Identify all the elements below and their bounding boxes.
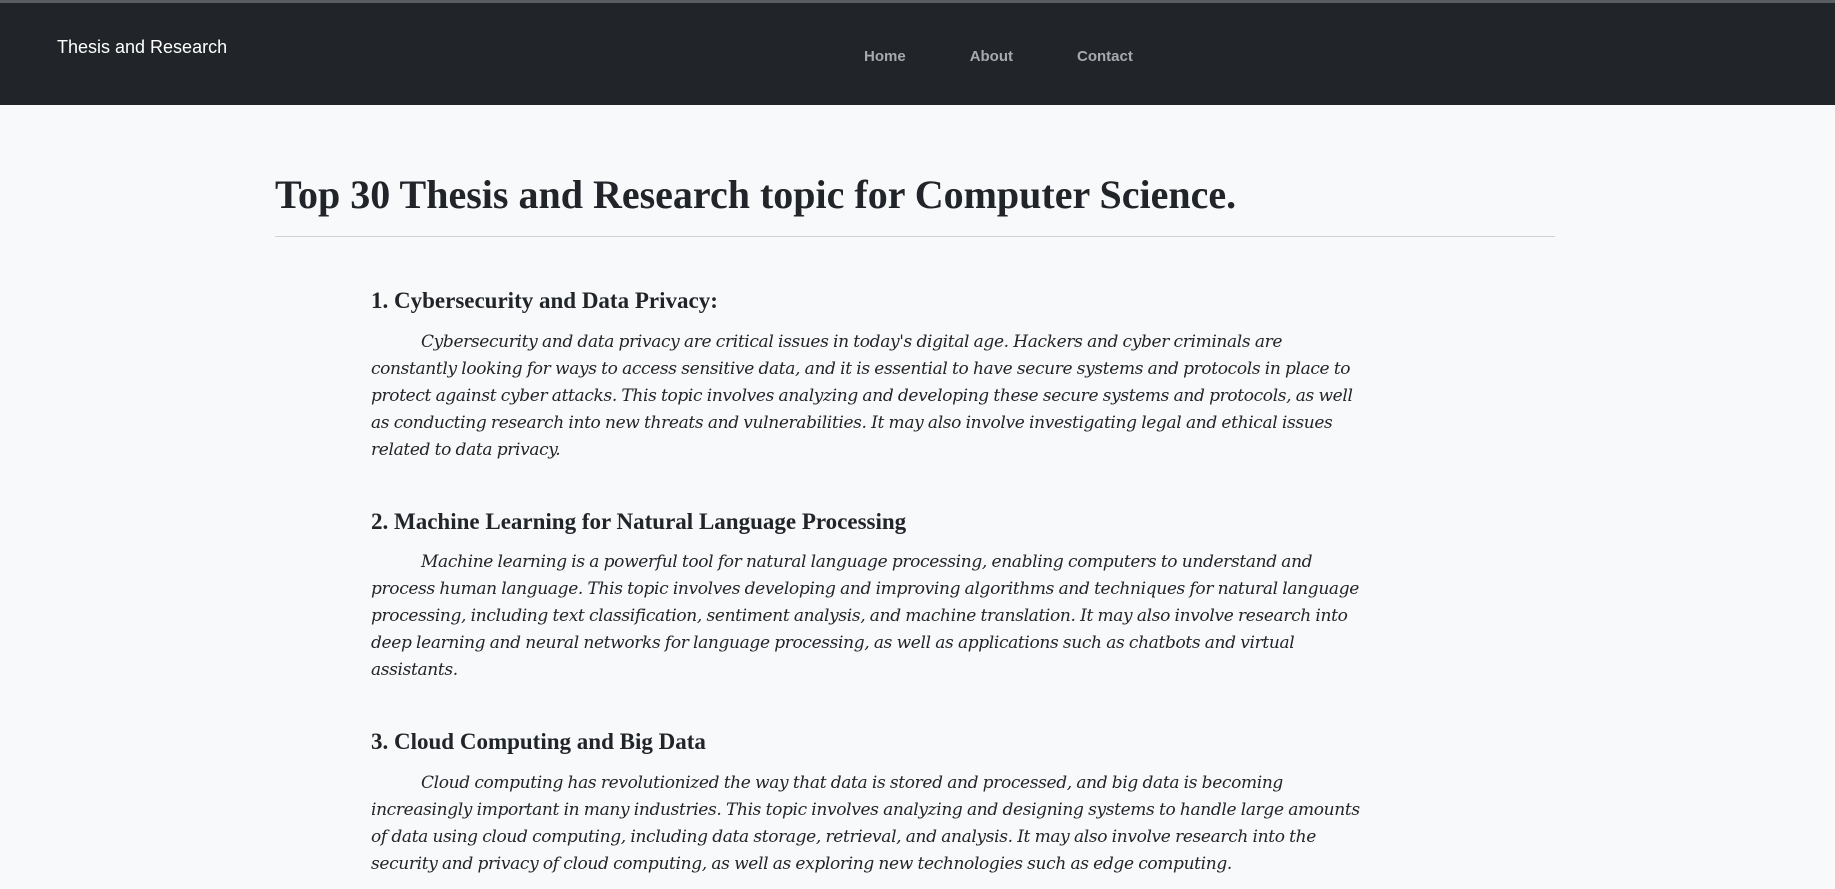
topic-heading: 3. Cloud Computing and Big Data	[371, 729, 706, 755]
topic-description: Cloud computing has revolutionized the w…	[371, 772, 1360, 874]
topic-item: 2. Machine Learning for Natural Language…	[371, 508, 1361, 685]
nav-link-about[interactable]: About	[970, 48, 1013, 65]
topic-heading: 2. Machine Learning for Natural Language…	[371, 508, 907, 534]
topic-item: 1. Cybersecurity and Data Privacy: Cyber…	[371, 287, 1361, 464]
topics-list: 1. Cybersecurity and Data Privacy: Cyber…	[371, 287, 1361, 889]
topic-description: Machine learning is a powerful tool for …	[371, 552, 1359, 681]
topic-item: 3. Cloud Computing and Big Data Cloud co…	[371, 728, 1361, 878]
title-divider	[275, 236, 1555, 237]
navbar: Thesis and Research Home About Contact	[0, 3, 1835, 105]
page-title: Top 30 Thesis and Research topic for Com…	[275, 172, 1237, 217]
nav-links: Home About Contact	[864, 48, 1133, 65]
topic-heading: 1. Cybersecurity and Data Privacy:	[371, 288, 718, 313]
navbar-brand-link[interactable]: Thesis and Research	[57, 37, 227, 58]
nav-link-contact[interactable]: Contact	[1077, 48, 1133, 65]
nav-link-home[interactable]: Home	[864, 48, 906, 65]
topic-description: Cybersecurity and data privacy are criti…	[371, 331, 1353, 460]
